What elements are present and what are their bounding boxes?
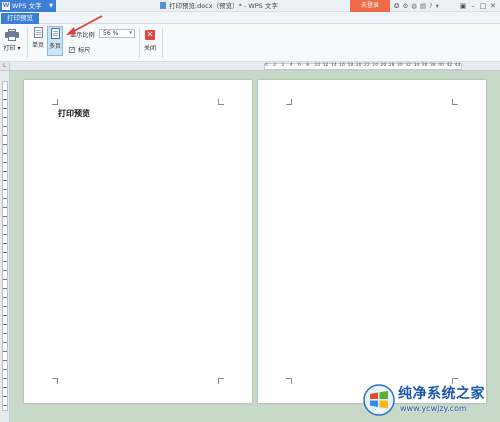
skin-icon[interactable]: ✪ [394,2,399,10]
print-button[interactable]: 打印 ▾ [2,29,22,52]
settings-icon[interactable]: ⚙ [402,2,408,10]
preview-page-2[interactable] [258,80,486,403]
ribbon-separator [162,28,163,58]
ruler-tick-label: 44 [454,63,461,68]
vertical-ruler-marks [2,81,8,411]
single-page-icon [33,27,43,38]
ruler-tick-label: 24 [372,63,378,68]
title-bar: W WPS 文字 ▼ 打印预览.docx（预览）* - WPS 文字 未登录 ✪… [0,0,500,12]
ruler-tick-label: 14 [331,63,337,68]
window-title: 打印预览.docx（预览）* - WPS 文字 [160,0,278,12]
ruler-tick-label: 16 [339,63,345,68]
ruler-tick-label: 34 [413,63,420,68]
restore-icon[interactable]: ▣ [458,0,468,12]
app-name: WPS 文字 [12,2,42,10]
ruler-tick-label: 20 [355,63,362,68]
ruler-tick-label: 2 [281,63,285,68]
multi-page-icon [50,28,60,39]
watermark-title: 纯净系统之家 [398,386,485,402]
ruler-tick-label: 36 [421,63,428,68]
ruler-tick-label: 2 [273,63,277,68]
preview-page-1[interactable]: 打印预览 [24,80,252,403]
ruler-tick-label: 28 [388,63,395,68]
window-controls: ▣ – □ ✕ [458,0,498,12]
share-icon[interactable]: ▤ [420,2,426,10]
zoom-value: 56 % [103,30,119,37]
margin-corner-mark [286,99,292,105]
ruler-corner: L [0,62,10,71]
ruler-tick-label: 42 [446,63,453,68]
ruler-tick-label: 10 [314,63,321,68]
maximize-icon[interactable]: □ [478,0,488,12]
chevron-down-icon: ▾ [15,45,21,52]
app-menu-button[interactable]: W WPS 文字 ▼ [0,0,56,12]
multi-page-label: 多页 [48,43,61,50]
wps-logo-icon: W [2,2,10,10]
feedback-icon[interactable]: ◍ [411,2,417,10]
chevron-down-icon: ▼ [49,3,53,9]
close-label: 关闭 [143,45,156,52]
ruler-tick-label: 40 [438,63,444,68]
margin-corner-mark [218,99,224,105]
ruler-tick-labels: 4 2 2 4 6 8 10 12 14 16 18 20 22 24 26 28 30 32 34 36 38 40 42… [264,63,462,70]
titlebar-tools: ✪ ⚙ ◍ ▤? ▾ [394,0,442,12]
ruler-tick-label: 12 [322,63,329,68]
close-icon: ✕ [145,30,155,40]
ruler-tick-label: 32 [405,63,411,68]
close-window-icon[interactable]: ✕ [488,0,498,12]
margin-corner-mark [52,378,58,384]
document-heading: 打印预览 [58,109,90,118]
ribbon-separator [27,28,28,58]
preview-workspace[interactable]: L 4 2 2 4 6 8 10 12 14 16 18 20 22 24 26 28 30 32 34 36 38 40… [0,62,500,422]
print-label: 打印 [3,45,16,52]
site-watermark: 纯净系统之家 www.ycwjzy.com [360,380,498,420]
single-page-label: 单页 [31,42,44,49]
document-title: 打印预览.docx（预览）* - WPS 文字 [169,2,278,10]
document-icon [160,2,166,9]
single-page-button[interactable]: 单页 [31,27,45,49]
annotation-arrow-icon [66,15,103,35]
checkbox-checked-icon [69,46,75,53]
windows-logo-icon [363,384,395,416]
ruler-tick-label: 30 [397,63,403,68]
tab-print-preview[interactable]: 打印预览 [1,13,39,24]
watermark-url: www.ycwjzy.com [400,404,467,413]
margin-corner-mark [286,378,292,384]
close-preview-button[interactable]: ✕ 关闭 [142,30,158,52]
ruler-tick-label: 4 [289,63,293,68]
ribbon-separator [139,28,140,58]
ruler-tick-label: 6 [298,63,301,68]
chevron-down-icon: ▾ [129,30,132,36]
minimize-icon[interactable]: – [468,0,478,12]
help-icon[interactable]: ? [429,2,432,10]
printer-icon [5,29,19,41]
ruler-label: 标尺 [78,47,91,54]
login-button[interactable]: 未登录 [350,0,390,12]
ruler-tick-label: 8 [306,63,310,68]
ruler-tick-label: 4 [265,63,268,68]
vertical-ruler[interactable] [0,71,10,422]
ruler-tick-label: 26 [380,63,387,68]
ruler-tick-label: 22 [364,63,370,68]
ruler-tick-label: 38 [430,63,436,68]
ruler-tick-label: 18 [347,63,354,68]
margin-corner-mark [218,378,224,384]
margin-corner-mark [452,99,458,105]
margin-corner-mark [52,99,58,105]
more-icon[interactable]: ▾ [436,2,439,10]
ruler-checkbox[interactable]: 标尺 [69,45,90,54]
